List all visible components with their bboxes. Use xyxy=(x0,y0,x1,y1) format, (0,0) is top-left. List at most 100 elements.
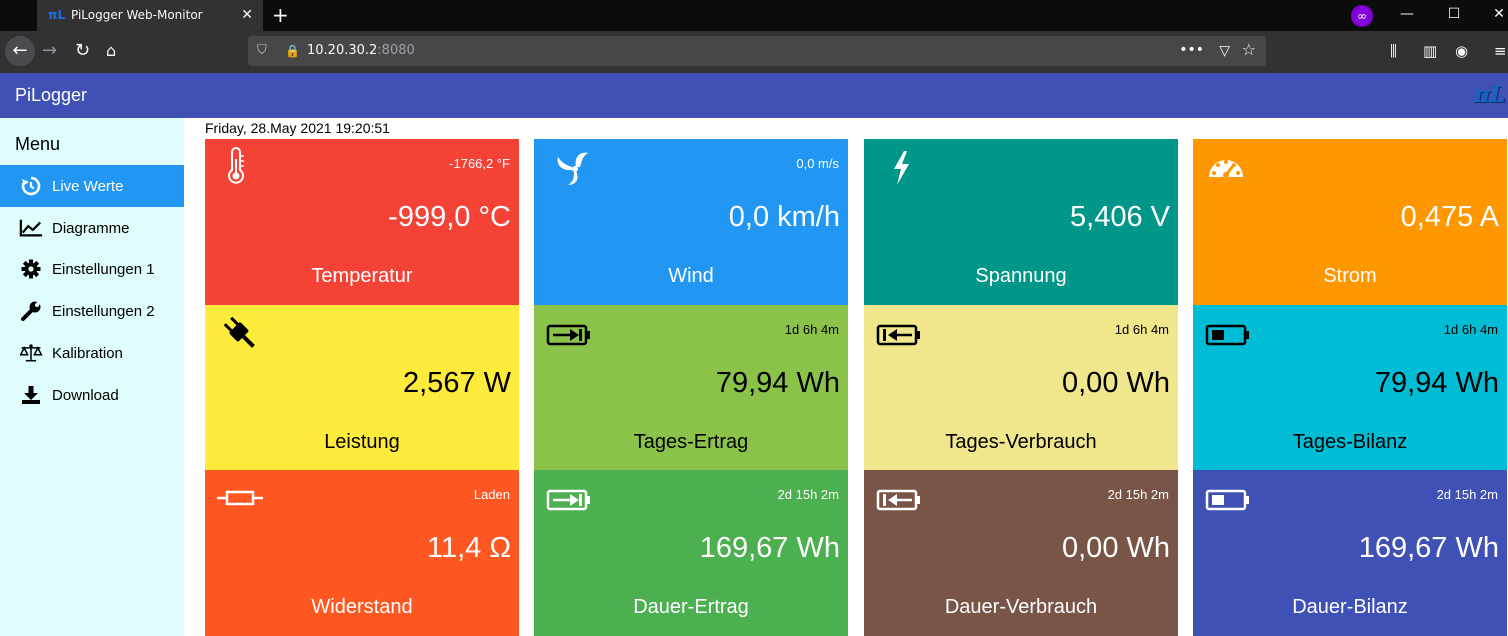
card-dauer-ertrag: 2d 15h 2m 169,67 Wh Dauer-Ertrag xyxy=(534,470,848,636)
sidebar-item-live-werte[interactable]: Live Werte xyxy=(0,165,184,207)
minimize-icon[interactable]: — xyxy=(1397,4,1417,24)
battery-charge-icon xyxy=(546,478,592,518)
card-label: Temperatur xyxy=(311,265,413,287)
sidebar-toggle-icon[interactable]: ▥ xyxy=(1423,41,1437,61)
card-tages-verbrauch: 1d 6h 4m 0,00 Wh Tages-Verbrauch xyxy=(864,305,1178,471)
card-sub-value: 1d 6h 4m xyxy=(1114,322,1169,337)
card-widerstand: Laden 11,4 Ω Widerstand xyxy=(205,470,519,636)
lightning-icon xyxy=(876,147,922,187)
window-close-icon[interactable]: ✕ xyxy=(1489,4,1508,24)
card-sub-value: 1d 6h 4m xyxy=(784,322,839,337)
sidebar-item-einstellungen-2[interactable]: Einstellungen 2 xyxy=(0,290,184,332)
sidebar-item-label: Einstellungen 2 xyxy=(52,302,155,320)
card-strom: 0,475 A Strom xyxy=(1193,139,1507,305)
card-label: Dauer-Bilanz xyxy=(1292,596,1408,618)
reload-icon[interactable]: ↻ xyxy=(75,40,90,62)
forward-icon[interactable]: → xyxy=(42,40,57,62)
url-bar[interactable]: ⛉ 🔒 10.20.30.2:8080 ••• ▽ ☆ xyxy=(248,36,1266,66)
browser-tab-bar: πL PiLogger Web-Monitor ✕ + ∞ — ☐ ✕ xyxy=(0,0,1508,31)
sidebar-item-einstellungen-1[interactable]: Einstellungen 1 xyxy=(0,248,184,290)
back-icon[interactable]: ← xyxy=(5,36,35,66)
sidebar-item-download[interactable]: Download xyxy=(0,374,184,416)
card-label: Widerstand xyxy=(311,596,413,618)
sidebar-item-label: Diagramme xyxy=(52,219,130,237)
app-header: PiLogger πL xyxy=(0,73,1508,118)
card-tages-bilanz: 1d 6h 4m 79,94 Wh Tages-Bilanz xyxy=(1193,305,1507,471)
card-value: 79,94 Wh xyxy=(715,367,840,399)
card-temperatur: -1766,2 °F -999,0 °C Temperatur xyxy=(205,139,519,305)
card-value: 11,4 Ω xyxy=(426,532,511,564)
card-sub-value: 2d 15h 2m xyxy=(777,487,839,502)
battery-discharge-icon xyxy=(876,478,922,518)
card-label: Dauer-Verbrauch xyxy=(944,596,1098,618)
library-icon[interactable]: ⫼ xyxy=(1390,41,1397,61)
card-spannung: 5,406 V Spannung xyxy=(864,139,1178,305)
tab-favicon-icon: πL xyxy=(48,8,66,22)
sidebar-item-diagramme[interactable]: Diagramme xyxy=(0,207,184,249)
card-dauer-verbrauch: 2d 15h 2m 0,00 Wh Dauer-Verbrauch xyxy=(864,470,1178,636)
card-value: 169,67 Wh xyxy=(1358,532,1499,564)
card-sub-value: 0,0 m/s xyxy=(796,156,839,171)
card-value: 5,406 V xyxy=(1070,201,1170,233)
pilogger-logo: πL xyxy=(1474,82,1506,108)
home-icon[interactable]: ⌂ xyxy=(106,40,116,62)
tab-title: PiLogger Web-Monitor xyxy=(71,8,203,22)
fan-icon xyxy=(546,147,592,187)
maximize-icon[interactable]: ☐ xyxy=(1444,4,1464,24)
gear-icon xyxy=(19,257,43,281)
card-label: Tages-Ertrag xyxy=(633,431,749,453)
close-tab-icon[interactable]: ✕ xyxy=(241,5,253,25)
battery-discharge-icon xyxy=(876,313,922,353)
menu-title: Menu xyxy=(15,134,61,154)
url-text[interactable]: 10.20.30.2:8080 xyxy=(307,43,415,58)
card-label: Leistung xyxy=(324,431,400,453)
browser-tab[interactable]: πL PiLogger Web-Monitor ✕ xyxy=(37,0,263,31)
card-label: Dauer-Ertrag xyxy=(633,596,749,618)
pocket-icon[interactable]: ▽ xyxy=(1219,41,1230,61)
date-time: Friday, 28.May 2021 19:20:51 xyxy=(205,120,390,136)
resistor-icon xyxy=(217,478,263,518)
card-label: Strom xyxy=(1323,265,1377,287)
card-label: Tages-Bilanz xyxy=(1292,431,1408,453)
card-value: 79,94 Wh xyxy=(1374,367,1499,399)
app-title: PiLogger xyxy=(15,85,88,105)
sidebar: Menu Live Werte Diagramme Einstellungen … xyxy=(0,118,184,636)
sidebar-item-label: Einstellungen 1 xyxy=(52,260,155,278)
sidebar-item-label: Download xyxy=(52,386,119,404)
sidebar-item-label: Live Werte xyxy=(52,177,124,195)
shield-icon[interactable]: ⛉ xyxy=(257,42,267,60)
scale-icon xyxy=(19,341,43,365)
card-label: Tages-Verbrauch xyxy=(945,431,1097,453)
new-tab-icon[interactable]: + xyxy=(272,3,289,27)
bookmark-star-icon[interactable]: ☆ xyxy=(1242,40,1256,60)
card-value: 0,00 Wh xyxy=(1062,367,1170,399)
card-tages-ertrag: 1d 6h 4m 79,94 Wh Tages-Ertrag xyxy=(534,305,848,471)
sidebar-item-label: Kalibration xyxy=(52,344,123,362)
card-value: 0,475 A xyxy=(1400,201,1499,233)
card-sub-value: 2d 15h 2m xyxy=(1107,487,1169,502)
card-sub-value: -1766,2 °F xyxy=(449,156,510,171)
battery-level-icon xyxy=(1205,313,1251,353)
card-label: Wind xyxy=(668,265,714,287)
hamburger-menu-icon[interactable]: ≡ xyxy=(1494,41,1507,61)
more-icon[interactable]: ••• xyxy=(1179,40,1204,60)
history-icon xyxy=(19,174,43,198)
card-value: 2,567 W xyxy=(403,367,511,399)
card-value: 169,67 Wh xyxy=(699,532,840,564)
card-sub-value: 2d 15h 2m xyxy=(1436,487,1498,502)
card-value: 0,00 Wh xyxy=(1062,532,1170,564)
insecure-lock-icon[interactable]: 🔒 xyxy=(285,42,300,60)
thermometer-icon xyxy=(217,147,263,187)
download-icon xyxy=(19,383,43,407)
account-icon[interactable]: ◉ xyxy=(1455,41,1468,61)
private-mask-icon: ∞ xyxy=(1351,5,1373,27)
browser-nav-bar: ← → ↻ ⌂ ⛉ 🔒 10.20.30.2:8080 ••• ▽ ☆ ⫼ ▥ … xyxy=(0,31,1508,73)
battery-charge-icon xyxy=(546,313,592,353)
card-leistung: 2,567 W Leistung xyxy=(205,305,519,471)
sidebar-item-kalibration[interactable]: Kalibration xyxy=(0,332,184,374)
card-dauer-bilanz: 2d 15h 2m 169,67 Wh Dauer-Bilanz xyxy=(1193,470,1507,636)
card-sub-value: Laden xyxy=(473,487,510,502)
gauge-icon xyxy=(1205,147,1251,187)
chart-icon xyxy=(19,216,43,240)
battery-level-icon xyxy=(1205,478,1251,518)
